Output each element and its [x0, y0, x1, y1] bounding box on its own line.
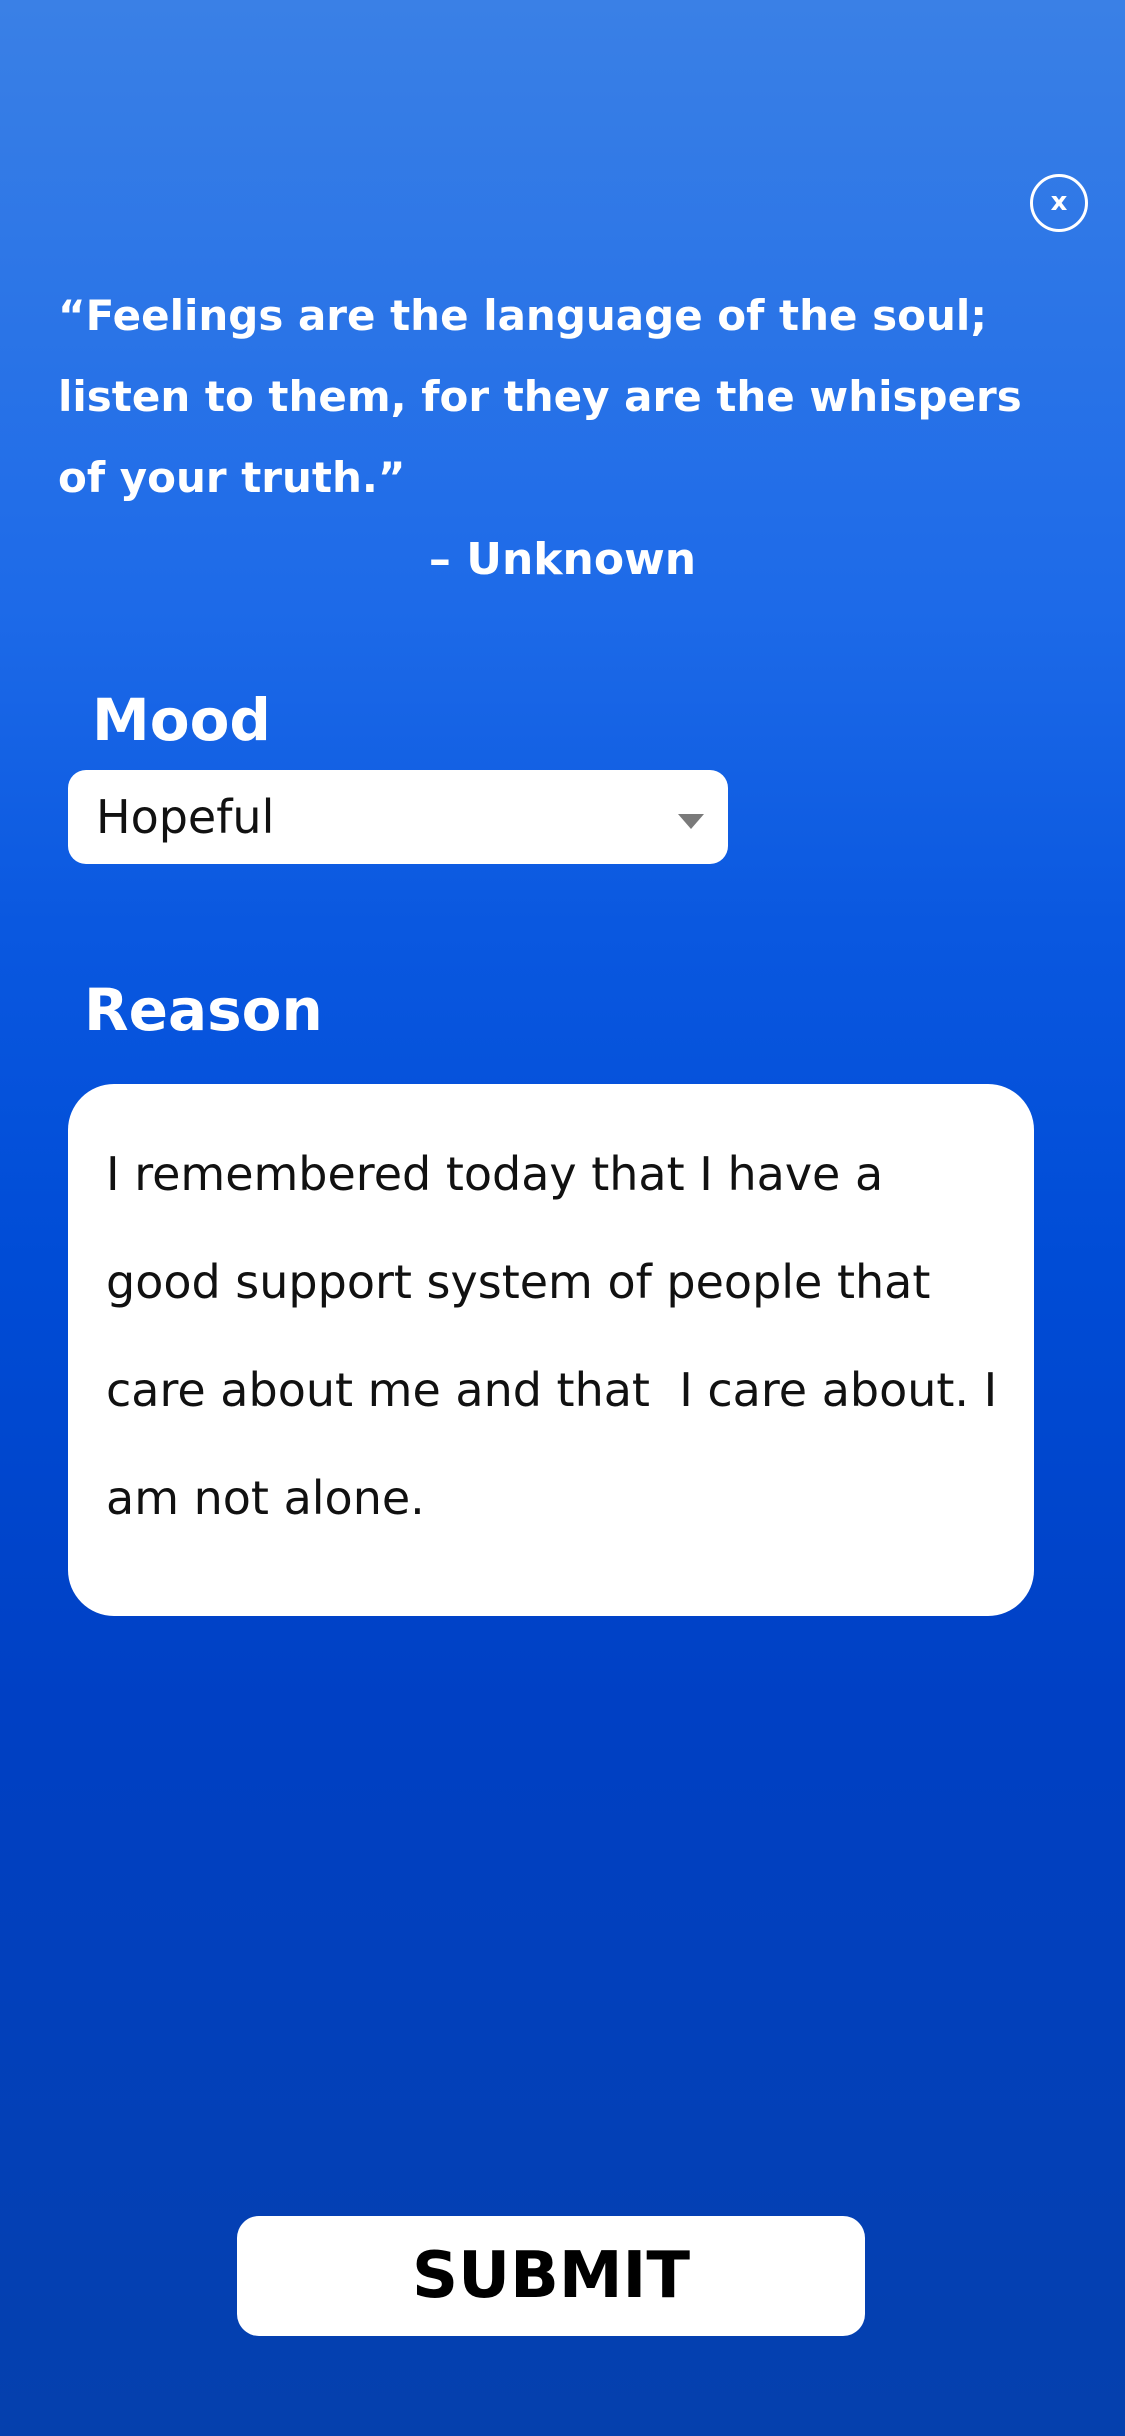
- close-icon: x: [1050, 187, 1068, 217]
- reason-label: Reason: [84, 976, 323, 1044]
- mood-dropdown[interactable]: Hopeful: [68, 770, 728, 864]
- mood-selected-value: Hopeful: [96, 790, 275, 844]
- submit-button[interactable]: SUBMIT: [237, 2216, 865, 2336]
- close-button[interactable]: x: [1030, 174, 1088, 232]
- mood-label: Mood: [92, 686, 271, 754]
- chevron-down-icon: [678, 814, 704, 829]
- quote-attribution: – Unknown: [428, 534, 697, 585]
- quote-text: “Feelings are the language of the soul; …: [58, 291, 1022, 502]
- reason-textarea[interactable]: I remembered today that I have a good su…: [68, 1084, 1034, 1616]
